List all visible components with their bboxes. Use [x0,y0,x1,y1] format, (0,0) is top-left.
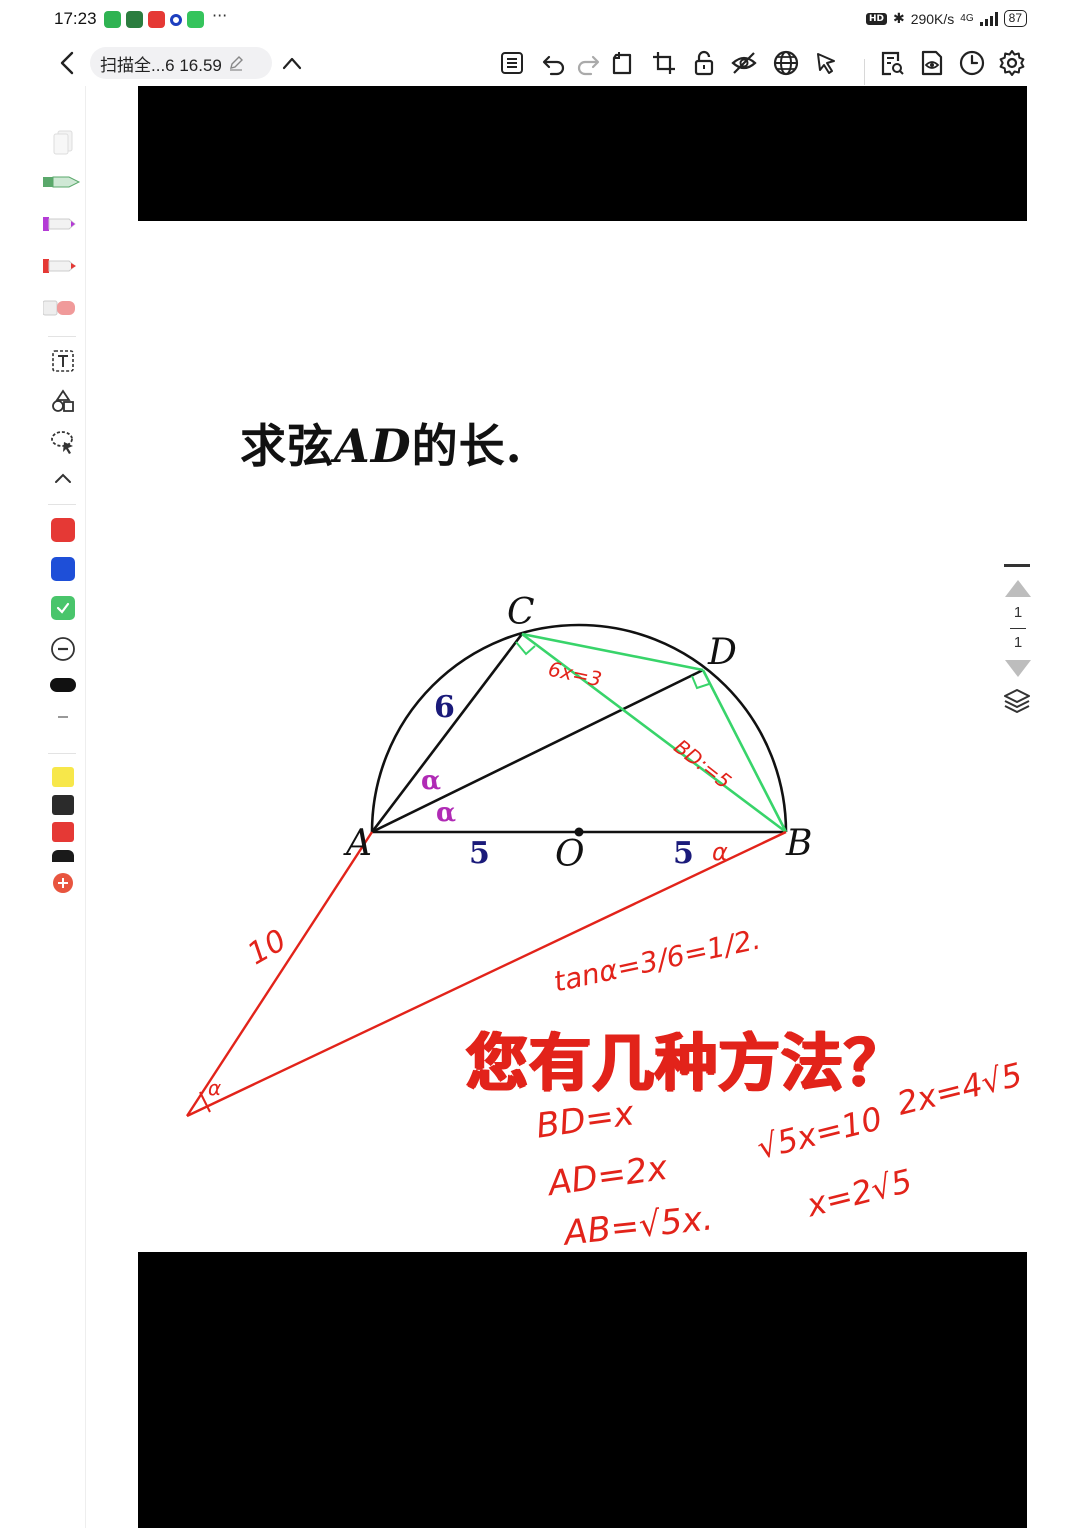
label-o: O [555,834,585,875]
right-angle-c [515,641,536,656]
label-ac-length: 6 [434,690,455,725]
pager-top-bar [1004,564,1030,567]
current-page: 1 [1013,604,1023,621]
chord-ad [371,668,704,834]
pager-divider [1010,628,1026,629]
handwriting-angle-e: α [208,1076,222,1100]
handwriting-angle-b: α [712,838,728,866]
redacted-region-bottom [138,1252,1027,1528]
segment-db [701,669,788,833]
label-b: B [786,823,813,864]
total-pages: 1 [1013,634,1023,651]
label-a: A [346,823,372,864]
label-ao-length: 5 [469,836,490,871]
page-down-arrow-icon[interactable] [1005,660,1031,677]
label-alpha-1: α [421,766,442,796]
label-alpha-2: α [436,798,457,828]
label-d: D [708,632,737,673]
page-up-arrow-icon[interactable] [1005,580,1031,597]
label-ob-length: 5 [673,836,694,871]
layers-icon[interactable] [1002,686,1032,716]
label-c: C [507,592,535,633]
headline-text: 您有几种方法？ [466,1026,908,1099]
